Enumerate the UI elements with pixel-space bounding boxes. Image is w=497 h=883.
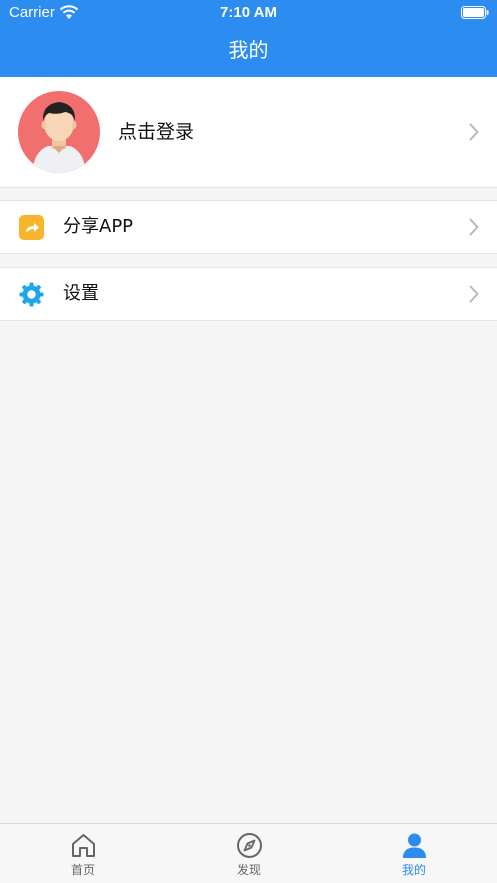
chevron-right-icon (469, 285, 479, 303)
screen: Carrier 7:10 AM 我的 点击登录 分享APP 设置 首页 发现 我… (0, 0, 497, 883)
avatar (18, 91, 100, 173)
compass-icon (237, 833, 262, 858)
tab-discover[interactable]: 发现 (166, 824, 332, 883)
share-app-label: 分享APP (63, 216, 134, 237)
battery-icon (461, 6, 489, 19)
tab-discover-label: 发现 (236, 863, 261, 877)
home-icon (72, 834, 95, 857)
chevron-right-icon (469, 123, 479, 141)
person-icon (403, 833, 426, 858)
tab-home[interactable]: 首页 (0, 824, 166, 883)
chevron-right-icon (469, 218, 479, 236)
header: Carrier 7:10 AM 我的 (0, 0, 497, 77)
page-title: 我的 (228, 38, 269, 62)
login-label: 点击登录 (118, 121, 195, 143)
login-row[interactable]: 点击登录 (0, 77, 497, 188)
status-bar: Carrier 7:10 AM (0, 0, 497, 26)
clock: 7:10 AM (220, 4, 277, 21)
share-app-row[interactable]: 分享APP (0, 200, 497, 254)
tab-mine-label: 我的 (401, 863, 426, 877)
gear-icon (19, 282, 44, 307)
share-icon (19, 215, 44, 240)
settings-row[interactable]: 设置 (0, 267, 497, 321)
settings-label: 设置 (63, 283, 99, 304)
tab-mine[interactable]: 我的 (331, 824, 497, 883)
tab-bar: 首页 发现 我的 (0, 823, 497, 883)
tab-home-label: 首页 (70, 863, 95, 877)
